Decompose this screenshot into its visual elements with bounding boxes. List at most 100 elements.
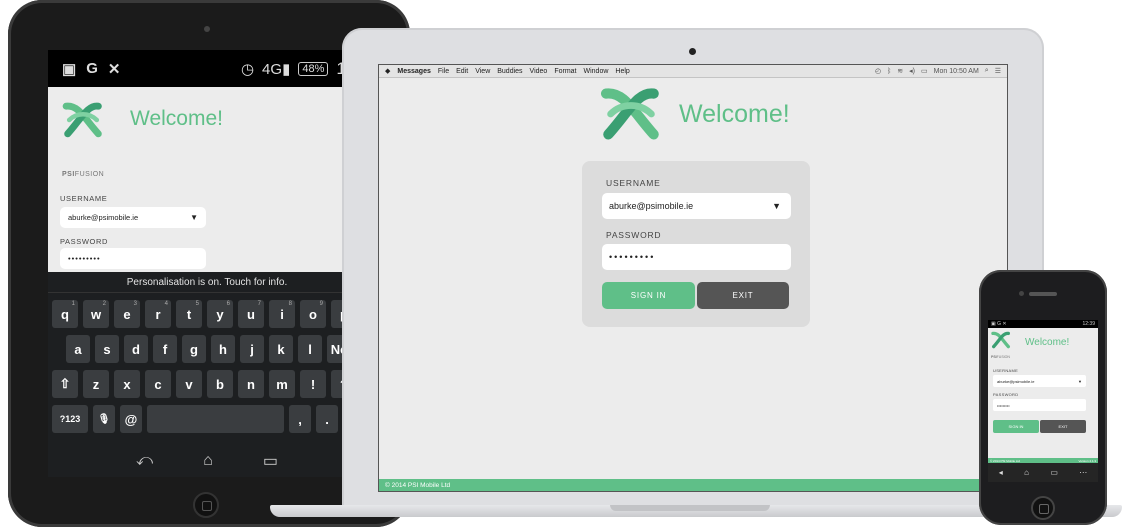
volume-icon[interactable]: ◂) bbox=[909, 67, 915, 75]
menu-clock[interactable]: Mon 10:50 AM bbox=[934, 68, 979, 75]
signal-icon: 4G▮ bbox=[262, 60, 291, 78]
key-o[interactable]: o9 bbox=[300, 300, 326, 328]
key-l[interactable]: l bbox=[298, 335, 322, 363]
key-q[interactable]: q1 bbox=[52, 300, 78, 328]
microphone-icon[interactable]: 🎙 bbox=[93, 405, 115, 433]
status-icons: ▣ G ✕ bbox=[991, 321, 1007, 327]
exit-button[interactable]: EXIT bbox=[697, 282, 789, 309]
key-x[interactable]: x bbox=[114, 370, 140, 398]
key-r[interactable]: r4 bbox=[145, 300, 171, 328]
menu-edit[interactable]: Edit bbox=[456, 68, 468, 75]
username-label: USERNAME bbox=[993, 368, 1019, 373]
home-icon[interactable]: ⌂ bbox=[203, 452, 213, 470]
menu-messages[interactable]: Messages bbox=[397, 68, 430, 75]
menu-view[interactable]: View bbox=[475, 68, 490, 75]
brand-name: PSIFUSION bbox=[62, 171, 105, 178]
key-f[interactable]: f bbox=[153, 335, 177, 363]
tablet-camera bbox=[204, 26, 210, 32]
key-hint-number: 8 bbox=[288, 301, 292, 307]
key-hint-number: 3 bbox=[133, 301, 137, 307]
username-select[interactable]: aburke@psimobile.ie ▼ bbox=[602, 193, 791, 219]
password-label: PASSWORD bbox=[60, 237, 108, 246]
phone-home-button[interactable] bbox=[1031, 496, 1055, 520]
key-w[interactable]: w2 bbox=[83, 300, 109, 328]
key-m[interactable]: m bbox=[269, 370, 295, 398]
psifusion-logo-icon bbox=[62, 102, 102, 138]
menu-window[interactable]: Window bbox=[584, 68, 609, 75]
comma-key[interactable]: , bbox=[289, 405, 311, 433]
tablet-home-button[interactable] bbox=[193, 492, 219, 518]
key-j[interactable]: j bbox=[240, 335, 264, 363]
key-hint-number: 1 bbox=[71, 301, 75, 307]
phone-device: ▣ G ✕ 12:39 PSIFUSION Welcome! USERNAME … bbox=[979, 270, 1107, 525]
app-footer: © 2014 PSI Mobile Ltd bbox=[379, 479, 1007, 491]
wifi-icon[interactable]: ≋ bbox=[897, 67, 903, 75]
keyboard-hint[interactable]: Personalisation is on. Touch for info. bbox=[48, 272, 366, 293]
footer-copyright: © 2014 PSI Mobile Ltd bbox=[990, 458, 1021, 463]
android-nav-bar: ⤺ ⌂ ▭ bbox=[48, 445, 366, 477]
key-d[interactable]: d bbox=[124, 335, 148, 363]
key-⇧[interactable]: ⇧ bbox=[52, 370, 78, 398]
key-e[interactable]: e3 bbox=[114, 300, 140, 328]
key-t[interactable]: t5 bbox=[176, 300, 202, 328]
space-key[interactable] bbox=[147, 405, 284, 433]
recents-icon[interactable]: ▭ bbox=[263, 451, 278, 471]
exit-button[interactable]: EXIT bbox=[1040, 420, 1086, 433]
spotlight-icon[interactable]: ⌕ bbox=[985, 67, 989, 75]
password-field[interactable]: ••••••••• bbox=[60, 248, 206, 269]
at-key[interactable]: @ bbox=[120, 405, 142, 433]
password-value: ••••••••• bbox=[68, 254, 101, 263]
key-h[interactable]: h bbox=[211, 335, 235, 363]
menu-format[interactable]: Format bbox=[554, 68, 576, 75]
key-b[interactable]: b bbox=[207, 370, 233, 398]
tablet-status-bar: ▣ G ✕ ◷ 4G▮ 48% 12: bbox=[48, 50, 366, 87]
sign-in-button[interactable]: SIGN IN bbox=[993, 420, 1039, 433]
menu-dots-icon[interactable]: ⋯ bbox=[1079, 468, 1087, 477]
key-hint-number: 9 bbox=[319, 301, 323, 307]
password-field[interactable]: ••••••••• bbox=[993, 399, 1086, 411]
battery-icon[interactable]: ▭ bbox=[921, 67, 928, 75]
notification-icon[interactable]: ☰ bbox=[995, 67, 1001, 75]
psifusion-logo-icon bbox=[600, 88, 659, 140]
key-s[interactable]: s bbox=[95, 335, 119, 363]
tablet-screen: ▣ G ✕ ◷ 4G▮ 48% 12: PSIFUSION We bbox=[48, 50, 366, 477]
menu-video[interactable]: Video bbox=[530, 68, 548, 75]
mac-menu-bar: ◆ Messages File Edit View Buddies Video Format… bbox=[379, 65, 1007, 78]
chevron-down-icon: ▼ bbox=[190, 213, 198, 222]
key-n[interactable]: n bbox=[238, 370, 264, 398]
tabs-icon[interactable]: ▭ bbox=[1050, 468, 1058, 477]
time-machine-icon[interactable]: ◴ bbox=[875, 67, 881, 75]
key-k[interactable]: k bbox=[269, 335, 293, 363]
image-icon: ▣ bbox=[62, 60, 77, 78]
password-field[interactable]: ••••••••• bbox=[602, 244, 791, 270]
key-u[interactable]: u7 bbox=[238, 300, 264, 328]
back-icon[interactable]: ⤺ bbox=[136, 452, 153, 470]
password-label: PASSWORD bbox=[993, 392, 1019, 397]
key-![interactable]: ! bbox=[300, 370, 326, 398]
key-z[interactable]: z bbox=[83, 370, 109, 398]
sign-in-button[interactable]: SIGN IN bbox=[602, 282, 695, 309]
username-label: USERNAME bbox=[60, 194, 108, 203]
period-key[interactable]: . bbox=[316, 405, 338, 433]
key-c[interactable]: c bbox=[145, 370, 171, 398]
apple-menu-icon[interactable]: ◆ bbox=[385, 67, 390, 75]
key-g[interactable]: g bbox=[182, 335, 206, 363]
key-i[interactable]: i8 bbox=[269, 300, 295, 328]
menu-file[interactable]: File bbox=[438, 68, 449, 75]
back-icon[interactable]: ◂ bbox=[999, 468, 1003, 477]
phone-status-bar: ▣ G ✕ 12:39 bbox=[988, 320, 1098, 328]
key-a[interactable]: a bbox=[66, 335, 90, 363]
username-select[interactable]: aburke@psimobile.ie ▼ bbox=[993, 375, 1086, 387]
username-select[interactable]: aburke@psimobile.ie ▼ bbox=[60, 207, 206, 228]
laptop-device: ◆ Messages File Edit View Buddies Video Format… bbox=[342, 28, 1044, 510]
phone-speaker bbox=[1029, 292, 1057, 296]
symbols-key[interactable]: ?123 bbox=[52, 405, 88, 433]
signal-text: 4G bbox=[262, 60, 283, 78]
menu-help[interactable]: Help bbox=[615, 68, 629, 75]
menu-buddies[interactable]: Buddies bbox=[497, 68, 522, 75]
key-y[interactable]: y6 bbox=[207, 300, 233, 328]
bluetooth-icon[interactable]: ᛒ bbox=[887, 68, 891, 75]
home-icon[interactable]: ⌂ bbox=[1024, 468, 1029, 477]
google-icon: G bbox=[86, 60, 98, 77]
key-v[interactable]: v bbox=[176, 370, 202, 398]
